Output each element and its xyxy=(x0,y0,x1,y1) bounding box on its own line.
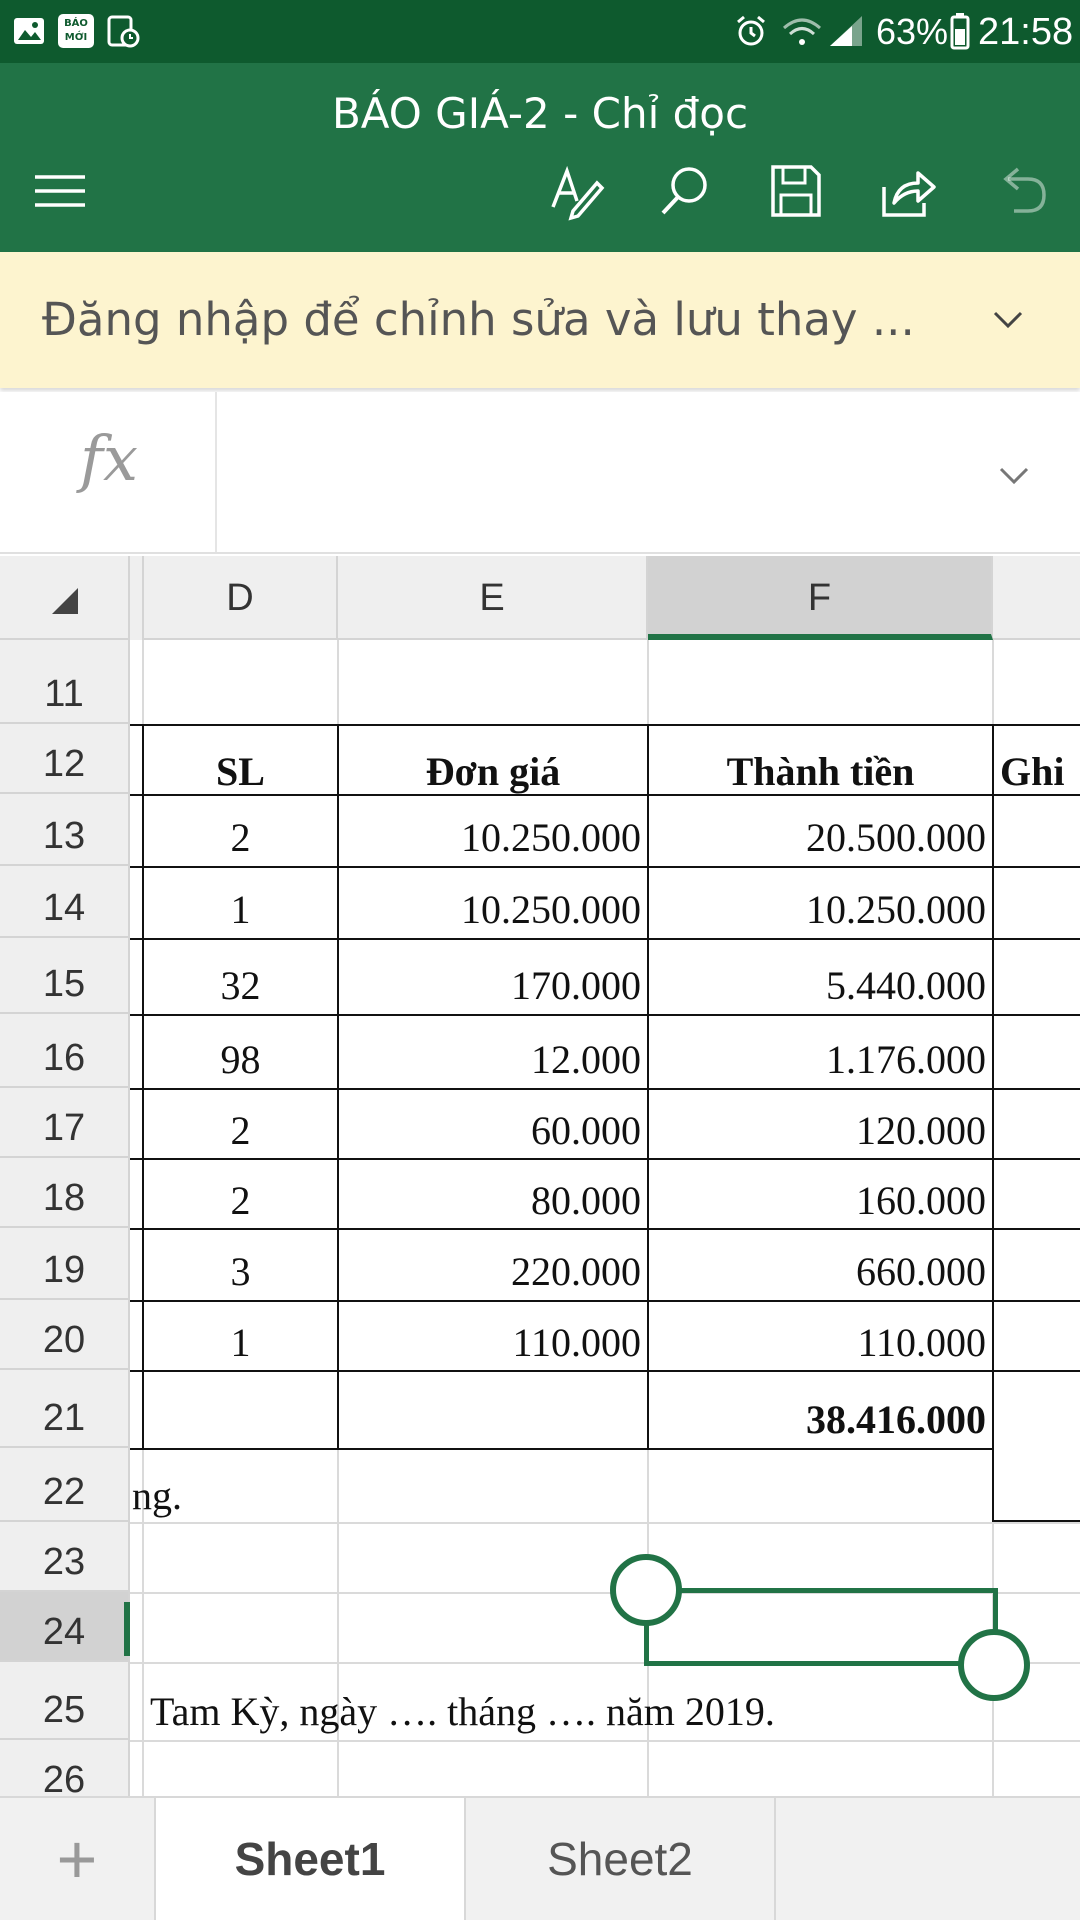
header-cell-ghi-chu[interactable]: Ghi xyxy=(994,724,1080,794)
selection-start-handle[interactable] xyxy=(610,1554,682,1626)
cell-don-gia[interactable]: 60.000 xyxy=(339,1088,647,1158)
row-header-16[interactable]: 16 xyxy=(0,1014,130,1088)
cell-sl[interactable]: 98 xyxy=(144,1014,337,1088)
document-title: BÁO GIÁ-2 - Chỉ đọc xyxy=(331,89,749,138)
sheet-tab-sheet2[interactable]: Sheet2 xyxy=(466,1798,776,1920)
usage-timer-icon xyxy=(107,15,140,48)
cell-sl[interactable]: 2 xyxy=(144,1158,337,1228)
spreadsheet-grid[interactable]: D E F 11 12 13 14 15 16 17 18 19 20 21 2… xyxy=(0,556,1080,1796)
cell-thanh-tien[interactable]: 5.440.000 xyxy=(649,938,992,1014)
battery-icon xyxy=(950,13,970,50)
row-header-14[interactable]: 14 xyxy=(0,866,130,938)
menu-icon[interactable] xyxy=(30,161,90,221)
cell-sl[interactable]: 3 xyxy=(144,1228,337,1300)
draw-pen-icon[interactable] xyxy=(545,161,605,221)
cell-don-gia[interactable]: 170.000 xyxy=(339,938,647,1014)
header-cell-don-gia[interactable]: Đơn giá xyxy=(339,724,647,794)
row-header-22[interactable]: 22 xyxy=(0,1448,130,1522)
cell-thanh-tien[interactable]: 120.000 xyxy=(649,1088,992,1158)
cell-sl[interactable]: 2 xyxy=(144,794,337,866)
sheet-tab-bar: + Sheet1 Sheet2 xyxy=(0,1796,1080,1920)
cell-thanh-tien[interactable]: 110.000 xyxy=(649,1300,992,1370)
cell-sl[interactable]: 2 xyxy=(144,1088,337,1158)
battery-percentage: 63% xyxy=(876,11,949,52)
cell-don-gia[interactable]: 220.000 xyxy=(339,1228,647,1300)
status-bar: BÁO MỚI 63% 21:58 xyxy=(0,0,1080,63)
row-header-17[interactable]: 17 xyxy=(0,1088,130,1158)
save-icon[interactable] xyxy=(765,161,825,221)
formula-bar: fx xyxy=(0,392,1080,554)
column-header-f[interactable]: F xyxy=(648,556,993,640)
formula-expand-chevron-icon[interactable] xyxy=(996,458,1032,494)
undo-icon[interactable] xyxy=(990,161,1050,221)
cell-thanh-tien[interactable]: 160.000 xyxy=(649,1158,992,1228)
column-header-d[interactable]: D xyxy=(144,556,338,640)
cell-don-gia[interactable]: 10.250.000 xyxy=(339,794,647,866)
selection-end-handle[interactable] xyxy=(958,1629,1030,1701)
fx-label: fx xyxy=(80,422,138,495)
cell-sl[interactable]: 1 xyxy=(144,1300,337,1370)
row-header-26[interactable]: 26 xyxy=(0,1740,130,1796)
cell-row22-text[interactable]: ng. xyxy=(130,1448,337,1522)
plus-icon: + xyxy=(56,1820,98,1898)
cell-sl[interactable]: 32 xyxy=(144,938,337,1014)
column-header-c-partial xyxy=(130,556,144,640)
row-header-13[interactable]: 13 xyxy=(0,794,130,866)
formula-divider xyxy=(215,392,217,552)
row-header-25[interactable]: 25 xyxy=(0,1662,130,1740)
gallery-icon xyxy=(14,18,44,44)
cell-don-gia[interactable]: 10.250.000 xyxy=(339,866,647,938)
date-line-cell[interactable]: Tam Kỳ, ngày …. tháng …. năm 2019. xyxy=(144,1662,992,1740)
sheet-tab-sheet1[interactable]: Sheet1 xyxy=(156,1798,466,1920)
baomoi-app-icon: BÁO MỚI xyxy=(58,14,94,48)
row-header-11[interactable]: 11 xyxy=(0,640,130,724)
cell-don-gia[interactable]: 110.000 xyxy=(339,1300,647,1370)
chevron-down-icon[interactable] xyxy=(990,302,1026,338)
add-sheet-button[interactable]: + xyxy=(0,1798,156,1920)
search-icon[interactable] xyxy=(655,161,715,221)
alarm-icon xyxy=(737,15,765,46)
sign-in-banner[interactable]: Đăng nhập để chỉnh sửa và lưu thay ... xyxy=(0,252,1080,388)
share-icon[interactable] xyxy=(878,161,938,221)
clock-time: 21:58 xyxy=(978,11,1074,53)
cell-don-gia[interactable]: 80.000 xyxy=(339,1158,647,1228)
header-cell-thanh-tien[interactable]: Thành tiền xyxy=(649,724,992,794)
cell-thanh-tien[interactable]: 660.000 xyxy=(649,1228,992,1300)
table-border xyxy=(992,1520,1080,1522)
selection-range[interactable] xyxy=(644,1588,998,1666)
cell-don-gia[interactable]: 12.000 xyxy=(339,1014,647,1088)
active-row-indicator xyxy=(124,1602,130,1656)
cell-sl[interactable]: 1 xyxy=(144,866,337,938)
formula-input[interactable] xyxy=(220,392,980,552)
table-border xyxy=(992,724,994,1522)
row-header-23[interactable]: 23 xyxy=(0,1522,130,1592)
cell-thanh-tien[interactable]: 1.176.000 xyxy=(649,1014,992,1088)
select-all-triangle-icon xyxy=(52,588,78,614)
row-header-24[interactable]: 24 xyxy=(0,1592,130,1662)
select-all-corner[interactable] xyxy=(0,556,130,640)
row-header-18[interactable]: 18 xyxy=(0,1158,130,1228)
row-header-21[interactable]: 21 xyxy=(0,1370,130,1448)
gridline xyxy=(130,1740,1080,1742)
cell-thanh-tien[interactable]: 20.500.000 xyxy=(649,794,992,866)
row-header-20[interactable]: 20 xyxy=(0,1300,130,1370)
wifi-icon xyxy=(783,18,821,45)
signal-icon xyxy=(830,16,862,46)
app-bar: BÁO GIÁ-2 - Chỉ đọc xyxy=(0,63,1080,252)
row-header-15[interactable]: 15 xyxy=(0,938,130,1014)
sign-in-banner-text: Đăng nhập để chỉnh sửa và lưu thay ... xyxy=(42,293,915,346)
header-cell-sl[interactable]: SL xyxy=(144,724,337,794)
column-header-e[interactable]: E xyxy=(338,556,648,640)
row-header-19[interactable]: 19 xyxy=(0,1228,130,1300)
total-cell[interactable]: 38.416.000 xyxy=(649,1370,992,1448)
cell-thanh-tien[interactable]: 10.250.000 xyxy=(649,866,992,938)
gridline xyxy=(130,1522,1080,1524)
row-header-12[interactable]: 12 xyxy=(0,724,130,794)
